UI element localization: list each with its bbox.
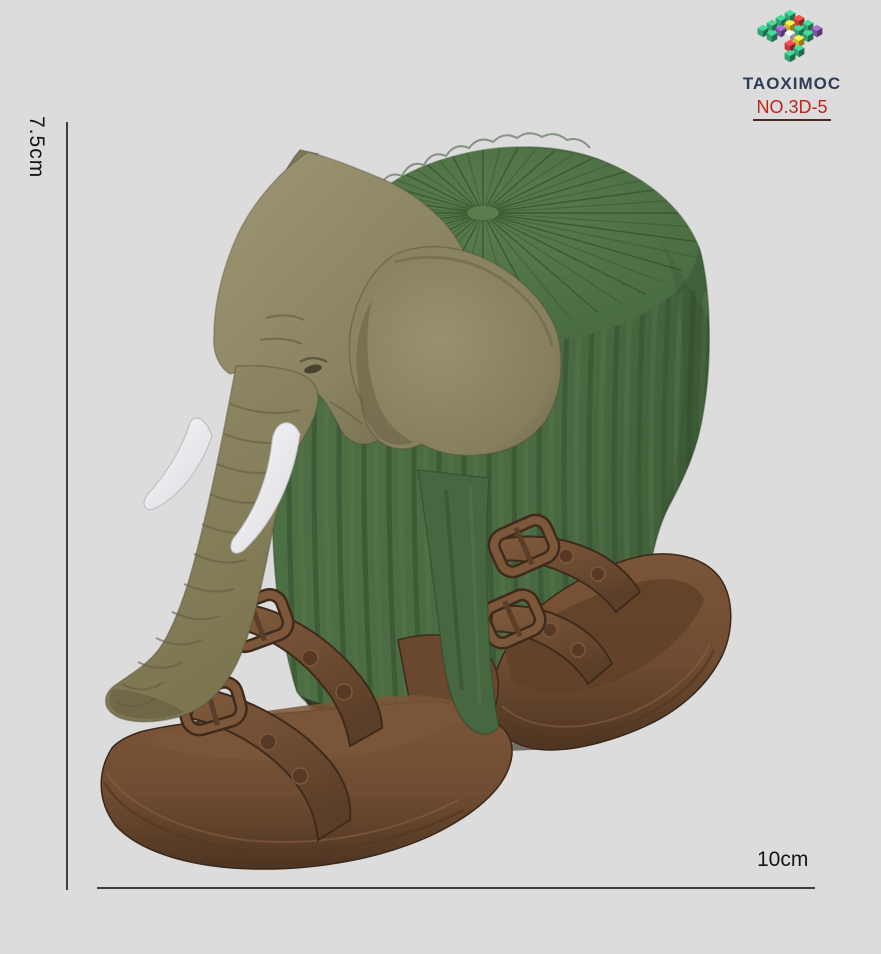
- rivet: [571, 643, 585, 657]
- tusk-left: [144, 418, 212, 510]
- rivet: [591, 567, 605, 581]
- height-dimension-line: [66, 122, 68, 890]
- model-number: NO.3D-5: [753, 97, 830, 121]
- brand-name: TAOXIMOC: [717, 74, 867, 94]
- product-screenshot: 7.5cm 10cm TAOXIMOC NO.3D-5: [0, 0, 881, 954]
- rivet: [336, 684, 352, 700]
- rivet: [302, 650, 318, 666]
- fan-center: [467, 206, 499, 220]
- product-render: [0, 0, 881, 954]
- width-dimension-line: [97, 887, 815, 889]
- rivet: [260, 734, 276, 750]
- brand-block: TAOXIMOC NO.3D-5: [717, 8, 867, 121]
- rivet: [559, 549, 573, 563]
- height-dimension-label: 7.5cm: [24, 116, 48, 178]
- width-dimension-label: 10cm: [757, 848, 808, 872]
- brand-logo-cubes-icon: [750, 8, 834, 72]
- rivet: [292, 768, 308, 784]
